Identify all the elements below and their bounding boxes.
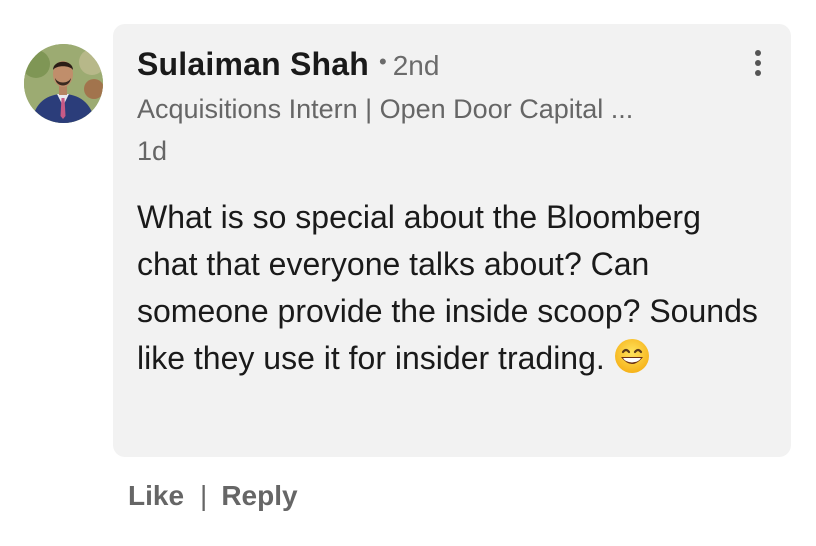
connection-degree: 2nd — [392, 50, 440, 81]
grinning-face-icon — [614, 339, 649, 373]
comment-bubble: Sulaiman Shah • 2nd Acquisitions Intern … — [113, 24, 791, 457]
timestamp: 1d — [137, 136, 168, 166]
reply-button[interactable]: Reply — [221, 480, 297, 512]
more-vertical-icon[interactable] — [751, 50, 765, 82]
avatar-photo — [24, 44, 103, 123]
action-divider: | — [200, 480, 208, 511]
comment-text: What is so special about the Bloomberg c… — [137, 199, 758, 376]
author-name[interactable]: Sulaiman Shah — [137, 46, 369, 83]
like-button[interactable]: Like — [128, 480, 184, 512]
separator-dot: • — [379, 49, 387, 74]
comment-body: What is so special about the Bloomberg c… — [137, 194, 767, 382]
avatar[interactable] — [24, 44, 103, 123]
author-headline: Acquisitions Intern | Open Door Capital … — [137, 94, 634, 124]
comment-thread: Sulaiman Shah • 2nd Acquisitions Intern … — [0, 0, 816, 546]
author-row: Sulaiman Shah • 2nd — [137, 46, 439, 90]
comment-actions: Like | Reply — [128, 480, 298, 512]
